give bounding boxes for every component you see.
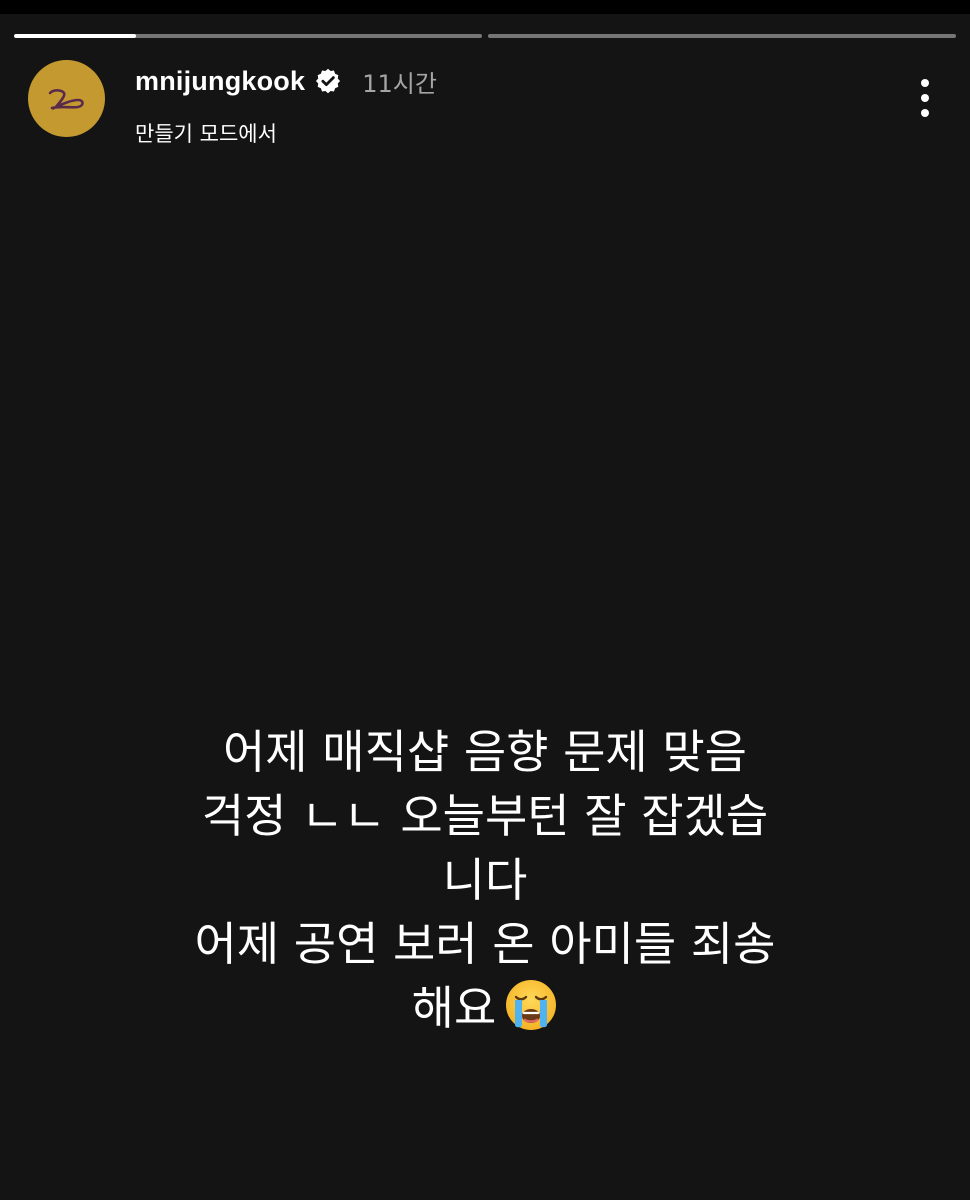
progress-segment-current bbox=[14, 34, 482, 38]
caption-line: 어제 공연 보러 온 아미들 죄송 bbox=[194, 917, 776, 971]
loudly-crying-face-emoji bbox=[504, 978, 558, 1032]
story-caption: 어제 매직샵 음향 문제 맞음 걱정 ㄴㄴ 오늘부턴 잘 잡겠습 니다 어제 공… bbox=[110, 720, 860, 1040]
caption-line: 걱정 ㄴㄴ 오늘부턴 잘 잡겠습 bbox=[201, 789, 769, 843]
caption-line: 어제 매직샵 음향 문제 맞음 bbox=[222, 725, 747, 779]
username[interactable]: mnijungkook bbox=[135, 66, 305, 97]
story-progress-bar bbox=[14, 34, 956, 38]
verified-badge-icon bbox=[314, 67, 342, 95]
story-viewer[interactable]: mnijungkook 11시간 만들기 모드에서 어제 매직샵 음향 문제 맞… bbox=[0, 14, 970, 1200]
progress-fill bbox=[14, 34, 136, 38]
avatar[interactable] bbox=[28, 60, 105, 137]
caption-line: 니다 bbox=[442, 853, 528, 907]
progress-segment-next bbox=[488, 34, 956, 38]
more-vertical-icon[interactable] bbox=[910, 76, 940, 122]
story-header: mnijungkook 11시간 만들기 모드에서 bbox=[28, 60, 940, 146]
avatar-logo-icon bbox=[48, 89, 84, 111]
timestamp: 11시간 bbox=[362, 69, 437, 98]
user-line: mnijungkook 11시간 bbox=[135, 64, 437, 98]
caption-line-last: 해요 bbox=[110, 976, 860, 1040]
caption-line-text: 해요 bbox=[411, 981, 497, 1035]
story-subtitle: 만들기 모드에서 bbox=[135, 122, 277, 146]
